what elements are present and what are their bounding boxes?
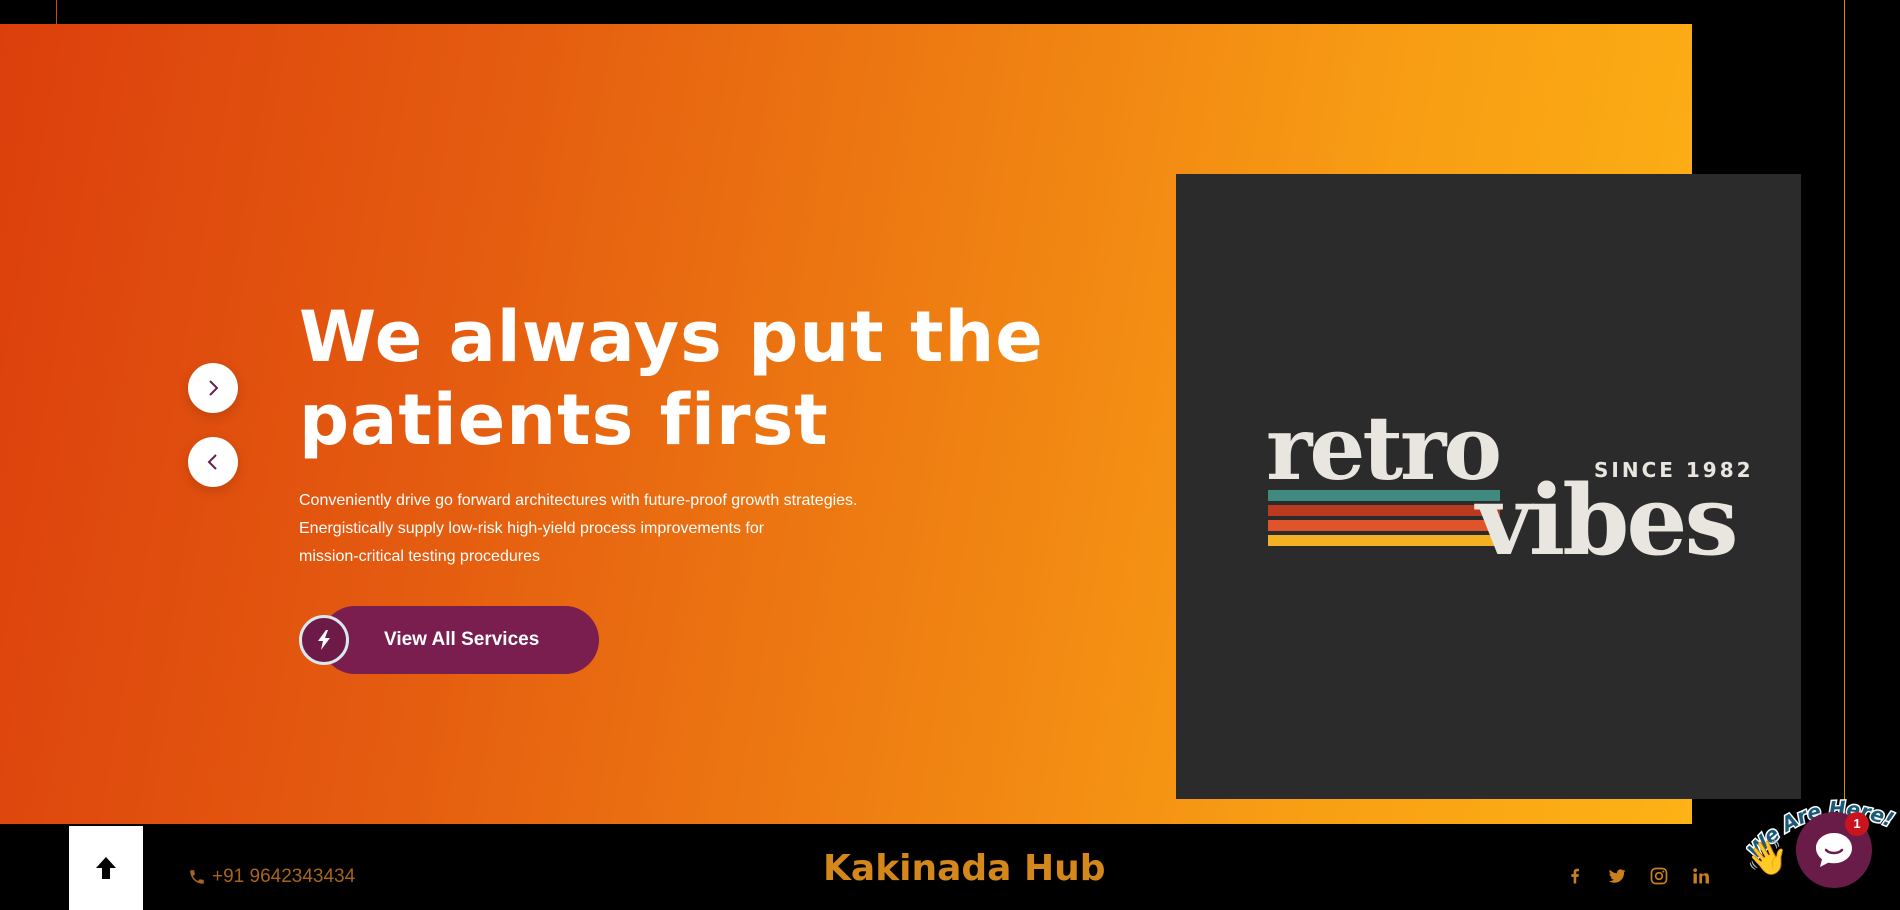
bolt-icon — [299, 615, 349, 665]
logo-tagline: SINCE 1982 — [1594, 458, 1754, 482]
hero-headline-line2: patients first — [299, 379, 829, 461]
instagram-icon — [1650, 867, 1668, 885]
facebook-link[interactable] — [1565, 866, 1585, 886]
right-guide-line — [1844, 0, 1845, 910]
view-all-services-button[interactable]: View All Services — [299, 606, 599, 674]
hero-headline: We always put the patients first — [299, 296, 1059, 462]
logo-stripe-4 — [1268, 535, 1500, 546]
retro-vibes-logo: retro vibes SINCE 1982 — [1266, 396, 1754, 577]
hero-headline-line1: We always put the — [299, 296, 1044, 378]
slider-prev-button[interactable] — [188, 437, 238, 487]
hero-description-line1: Conveniently drive go forward architectu… — [299, 492, 858, 509]
cta-label: View All Services — [384, 629, 540, 650]
hero-description-line3: mission-critical testing procedures — [299, 548, 540, 565]
retro-vibes-logo-card: retro vibes SINCE 1982 — [1176, 174, 1801, 799]
logo-stripe-3 — [1268, 520, 1500, 531]
chevron-right-icon — [209, 380, 219, 396]
hero-description-line2: Energistically supply low-risk high-yiel… — [299, 520, 765, 537]
footer-phone-link[interactable]: +91 9642343434 — [188, 866, 355, 888]
chevron-left-icon — [207, 454, 217, 470]
social-links — [1565, 866, 1711, 886]
hero-description: Conveniently drive go forward architectu… — [299, 487, 939, 571]
logo-stripe-2 — [1268, 505, 1500, 516]
footer-phone-number: +91 9642343434 — [212, 866, 356, 887]
scroll-to-top-button[interactable] — [69, 826, 143, 910]
linkedin-link[interactable] — [1691, 866, 1711, 886]
waving-hand-icon: 👋 — [1746, 839, 1789, 877]
instagram-link[interactable] — [1649, 866, 1669, 886]
linkedin-icon — [1693, 868, 1709, 884]
footer-brand-name: Kakinada Hub — [823, 848, 1106, 889]
twitter-icon — [1608, 869, 1626, 883]
facebook-icon — [1571, 868, 1579, 884]
phone-icon — [190, 870, 204, 884]
arrow-up-icon — [96, 857, 116, 879]
slider-next-button[interactable] — [188, 363, 238, 413]
chat-notification-badge: 1 — [1845, 812, 1869, 836]
twitter-link[interactable] — [1607, 866, 1627, 886]
chat-icon — [1816, 833, 1852, 867]
logo-word-retro: retro — [1266, 396, 1499, 500]
